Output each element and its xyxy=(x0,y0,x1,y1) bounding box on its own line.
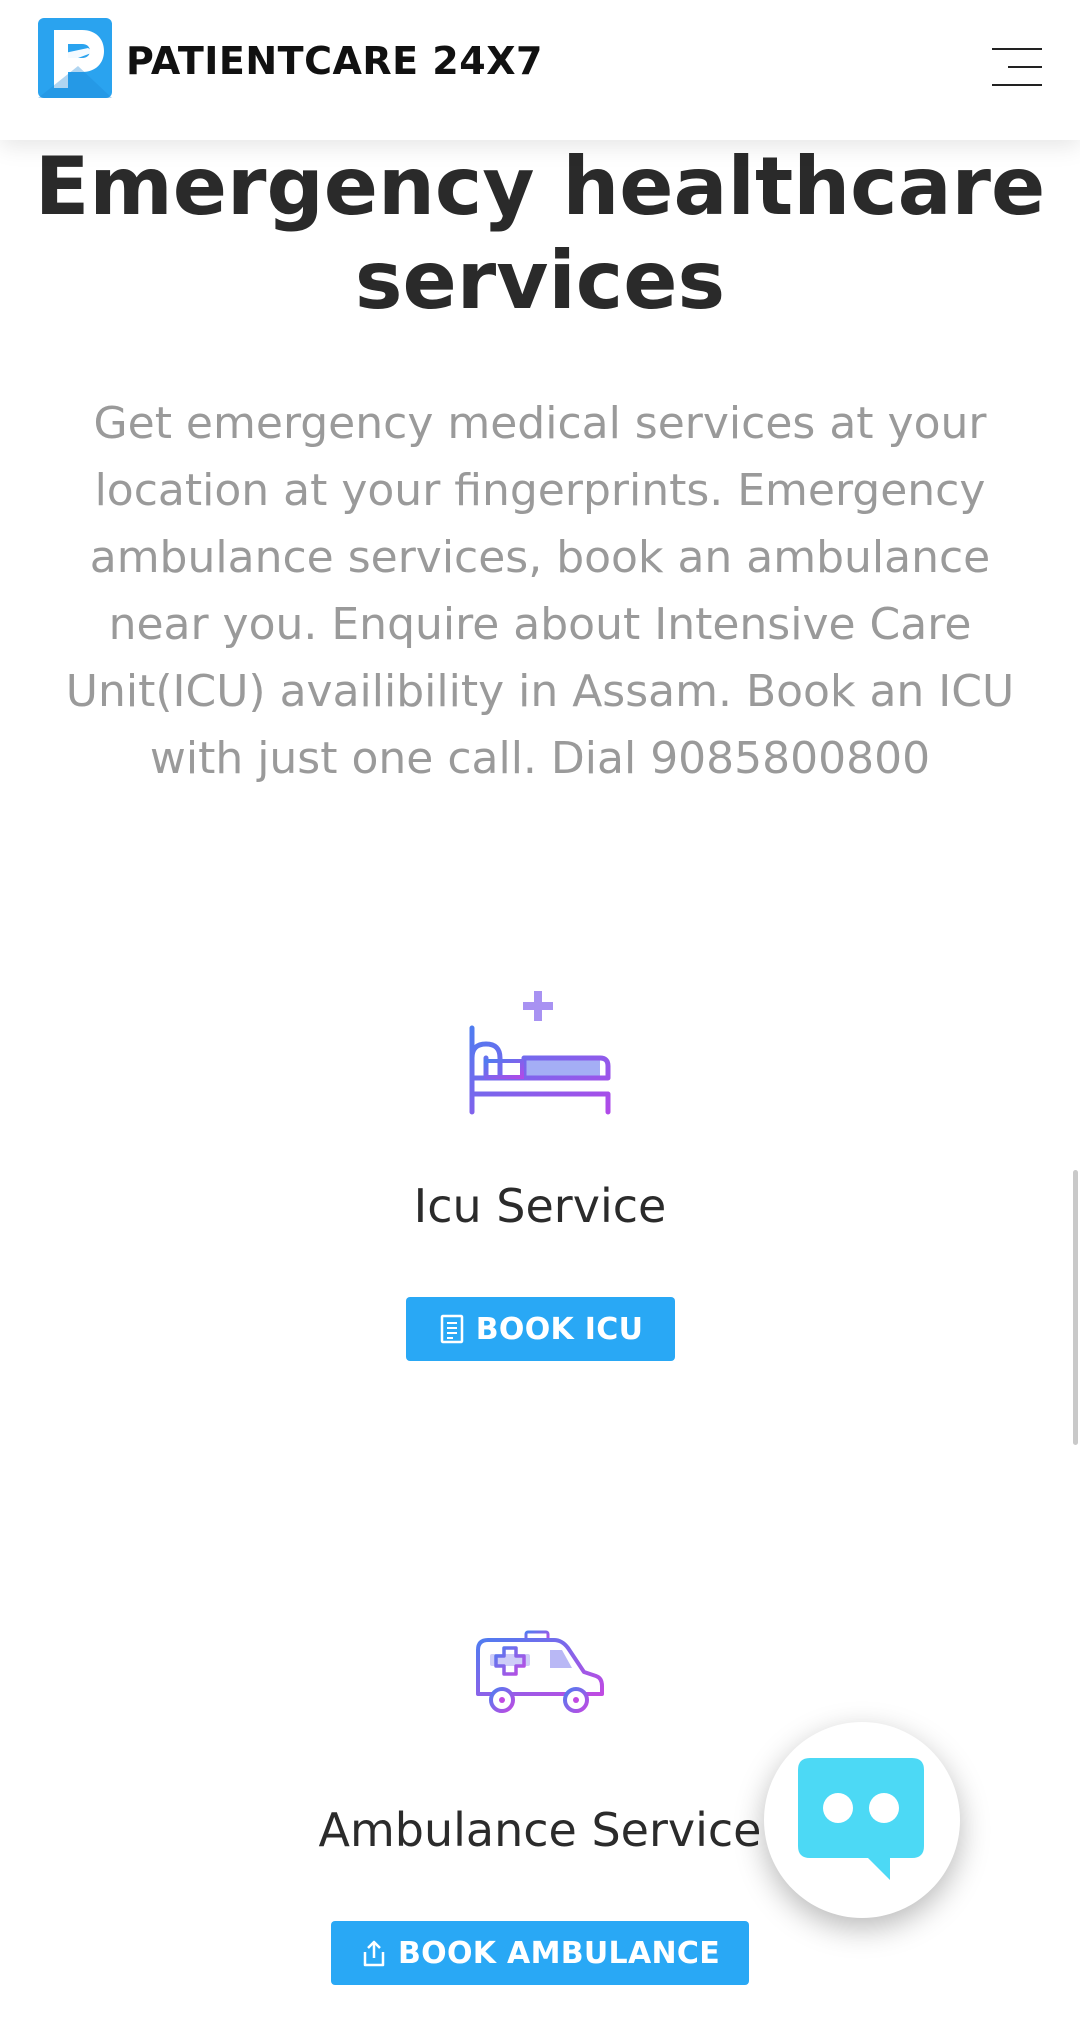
service-title-icu: Icu Service xyxy=(413,1179,667,1233)
book-icu-button[interactable]: BOOK ICU xyxy=(406,1297,675,1361)
book-icu-label: BOOK ICU xyxy=(475,1311,644,1347)
book-ambulance-label: BOOK AMBULANCE xyxy=(397,1935,720,1971)
brand-name[interactable]: PATIENTCARE 24X7 xyxy=(126,36,543,86)
ambulance-icon xyxy=(476,1630,604,1713)
patientcare-logo-icon[interactable] xyxy=(38,18,112,98)
page-title: Emergency healthcare services xyxy=(34,140,1046,327)
app-header: PATIENTCARE 24X7 xyxy=(0,0,1080,140)
menu-line xyxy=(992,48,1042,50)
scroll-indicator[interactable] xyxy=(1073,1170,1078,1445)
hospital-bed-icon xyxy=(469,991,611,1115)
hero-description: Get emergency medical services at your l… xyxy=(65,398,1015,784)
menu-line xyxy=(1008,66,1042,68)
chat-bot-icon xyxy=(798,1758,924,1880)
document-icon xyxy=(440,1314,463,1344)
hamburger-menu-icon[interactable] xyxy=(992,46,1042,88)
menu-line xyxy=(992,84,1042,86)
book-ambulance-button[interactable]: BOOK AMBULANCE xyxy=(331,1921,749,1985)
chat-widget-button[interactable] xyxy=(764,1722,960,1918)
share-icon xyxy=(363,1940,385,1967)
